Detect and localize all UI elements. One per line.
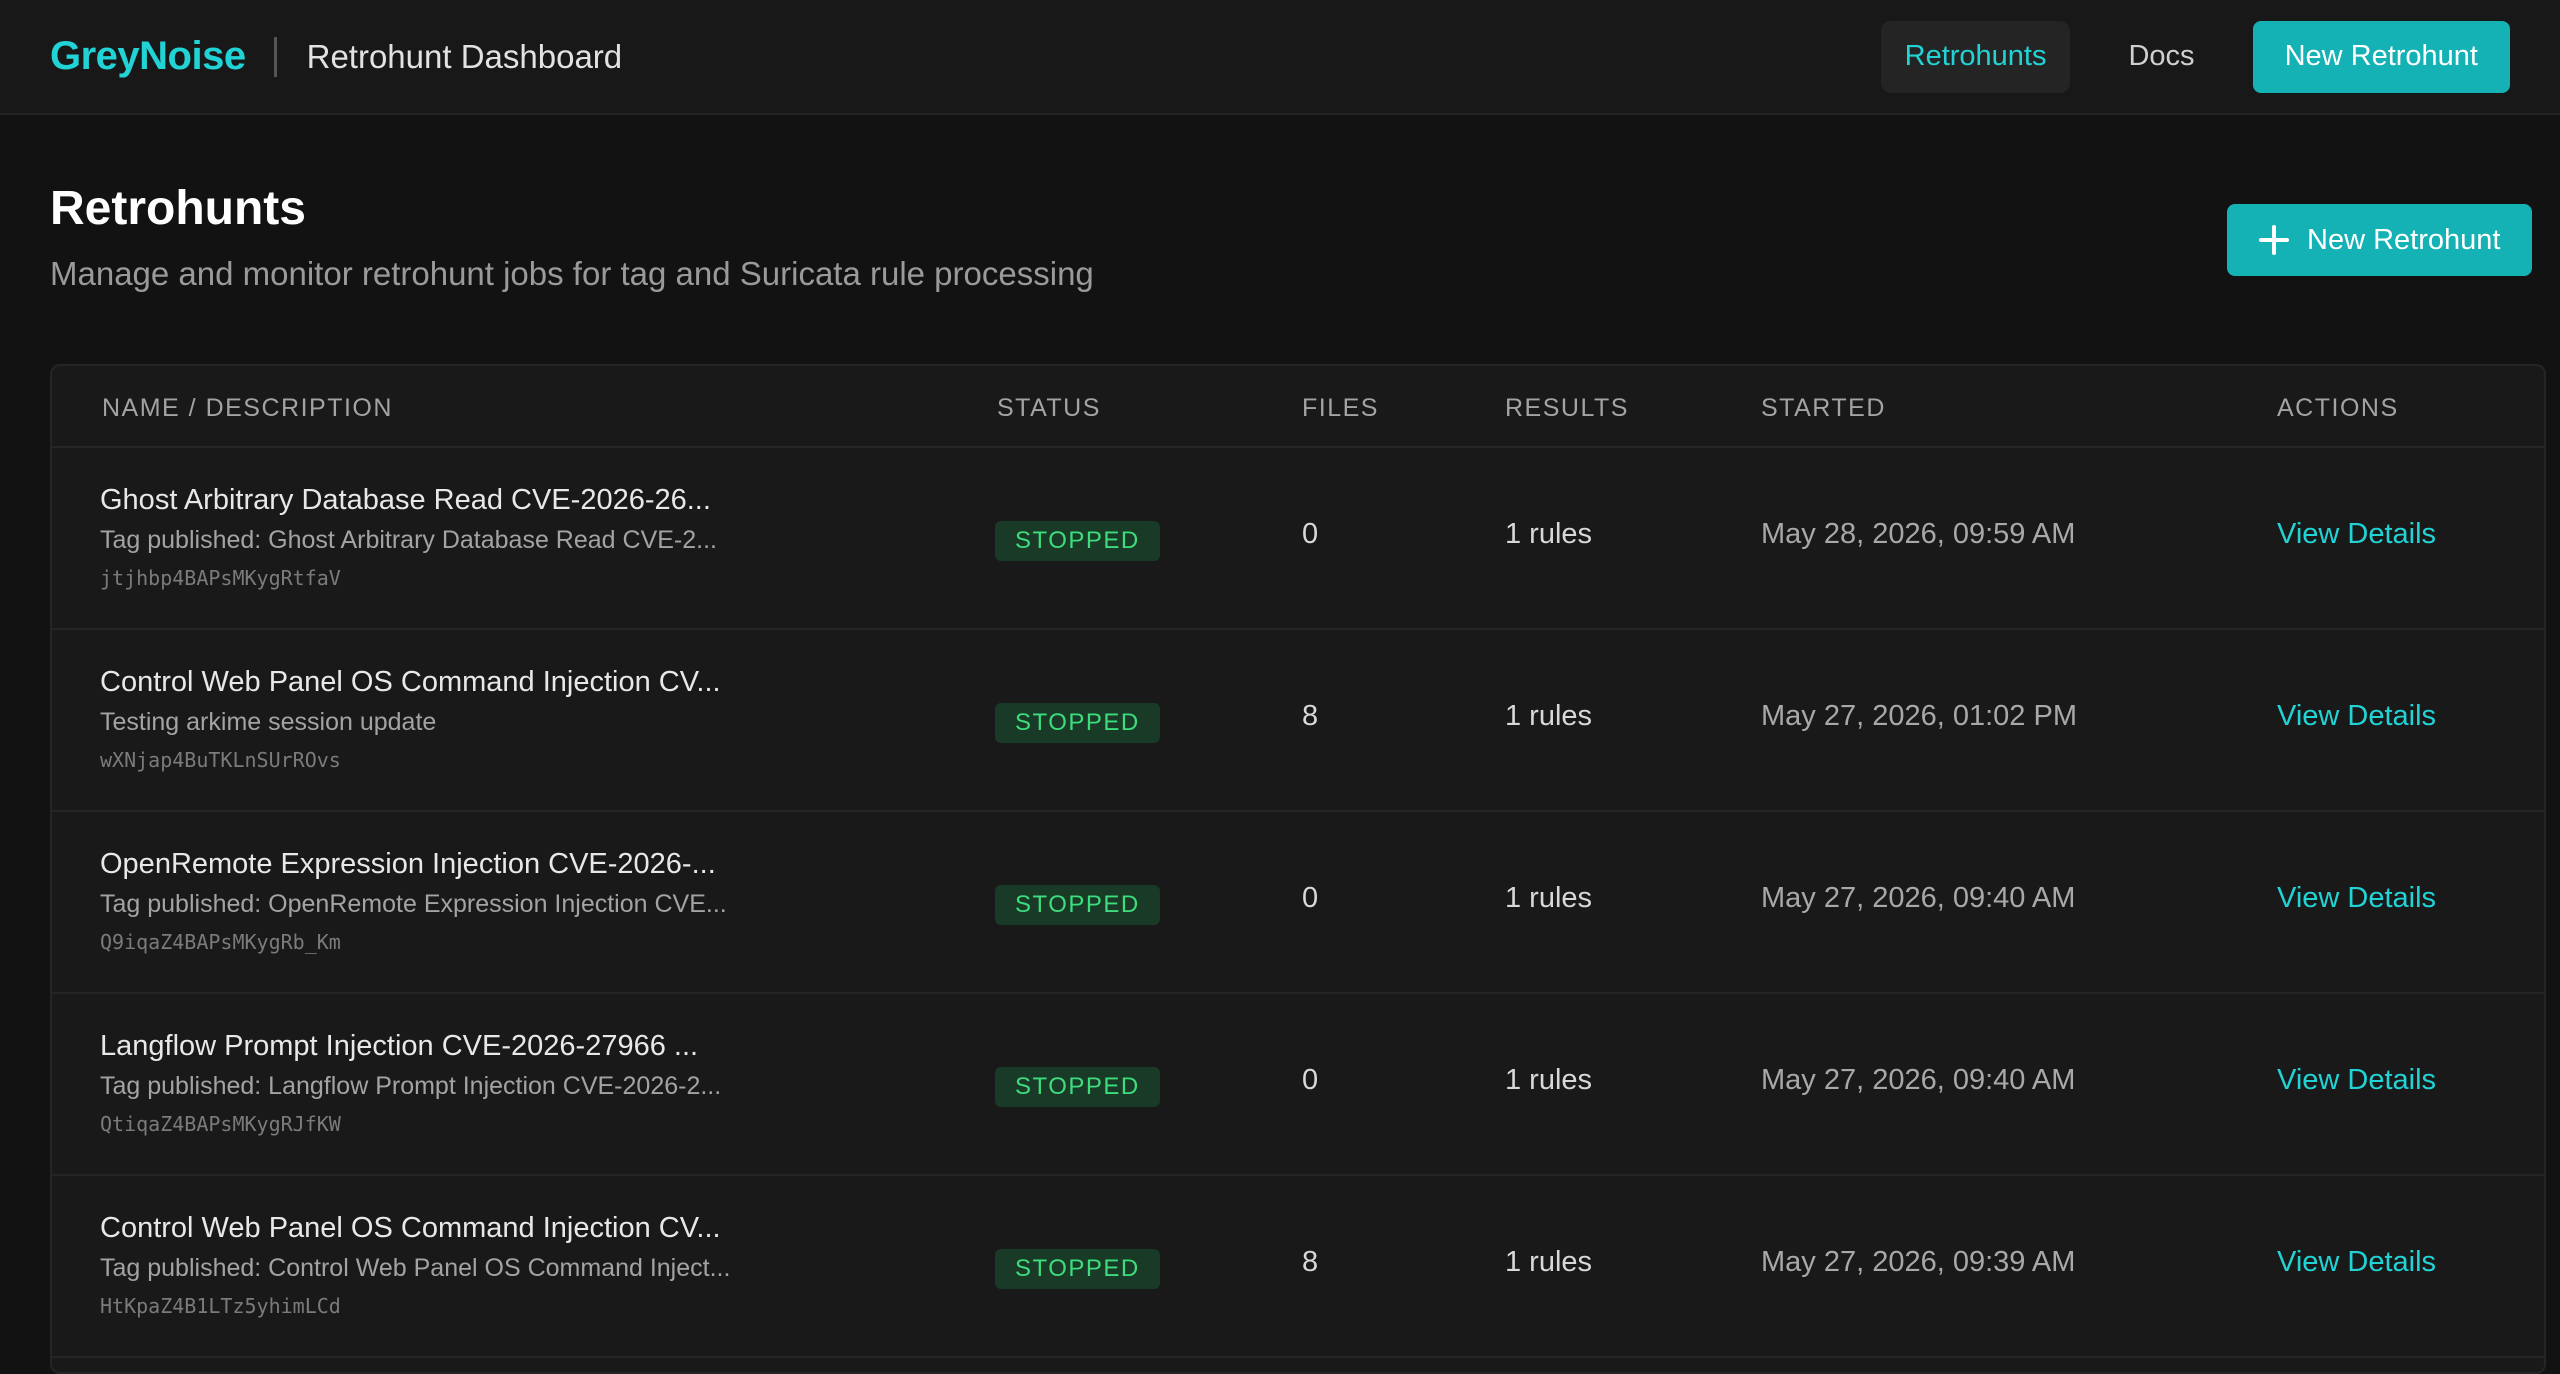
status-badge: STOPPED [995,1067,1160,1107]
retrohunt-description: Tag published: Control Web Panel OS Comm… [100,1254,731,1282]
table-row[interactable]: OpenRemote Expression Injection CVE-2026… [52,812,2544,994]
page-title: Retrohunts [50,182,306,235]
view-details-link[interactable]: View Details [2277,518,2436,551]
table-row[interactable]: Langflow Prompt Injection CVE-2026-27966… [52,994,2544,1176]
retrohunt-description: Tag published: Ghost Arbitrary Database … [100,526,717,554]
retrohunt-id: QtiqaZ4BAPsMKygRJfKW [100,1112,341,1136]
table-row[interactable]: Ghost Arbitrary Database Read CVE-2026-2… [52,448,2544,630]
app-title: Retrohunt Dashboard [306,37,623,75]
brand-divider [273,36,277,77]
started-time: May 27, 2026, 09:40 AM [1761,882,2076,914]
header-new-retrohunt-button[interactable]: New Retrohunt [2252,20,2510,93]
files-count: 8 [1302,1246,1319,1278]
column-header-files: FILES [1302,394,1379,422]
status-badge: STOPPED [995,703,1160,743]
results-count: 1 rules [1505,518,1593,550]
status-badge: STOPPED [995,521,1160,561]
started-time: May 27, 2026, 09:40 AM [1761,1064,2076,1096]
retrohunt-description: Tag published: Langflow Prompt Injection… [100,1072,722,1100]
started-time: May 27, 2026, 09:39 AM [1761,1246,2076,1278]
retrohunt-description: Tag published: OpenRemote Expression Inj… [100,890,727,918]
results-count: 1 rules [1505,1246,1593,1278]
results-count: 1 rules [1505,1064,1593,1096]
column-header-results: RESULTS [1505,394,1629,422]
results-count: 1 rules [1505,882,1593,914]
new-retrohunt-button[interactable]: New Retrohunt [2227,204,2533,276]
plus-icon [2259,225,2289,255]
files-count: 0 [1302,518,1319,550]
brand-logo[interactable]: GreyNoise [50,34,246,79]
files-count: 0 [1302,1064,1319,1096]
retrohunt-name: OpenRemote Expression Injection CVE-2026… [100,848,716,880]
new-retrohunt-label: New Retrohunt [2307,223,2501,256]
results-count: 1 rules [1505,700,1593,732]
nav-retrohunts[interactable]: Retrohunts [1880,20,2071,93]
retrohunt-id: jtjhbp4BAPsMKygRtfaV [100,566,341,590]
column-header-actions: ACTIONS [2277,394,2399,422]
files-count: 8 [1302,700,1319,732]
retrohunt-name: Control Web Panel OS Command Injection C… [100,1212,721,1244]
started-time: May 27, 2026, 01:02 PM [1761,700,2077,732]
page-subtitle: Manage and monitor retrohunt jobs for ta… [50,255,1094,292]
table-row[interactable]: Control Web Panel OS Command Injection C… [52,630,2544,812]
view-details-link[interactable]: View Details [2277,882,2436,915]
retrohunt-id: HtKpaZ4B1LTz5yhimLCd [100,1294,341,1318]
retrohunt-name: Control Web Panel OS Command Injection C… [100,666,721,698]
started-time: May 28, 2026, 09:59 AM [1761,518,2076,550]
top-navigation-bar: GreyNoise Retrohunt Dashboard Retrohunts… [0,0,2560,115]
status-badge: STOPPED [995,885,1160,925]
view-details-link[interactable]: View Details [2277,1246,2436,1279]
main-nav: Retrohunts Docs New Retrohunt [1880,20,2510,93]
column-header-name: NAME / DESCRIPTION [102,394,393,422]
files-count: 0 [1302,882,1319,914]
column-header-status: STATUS [997,394,1101,422]
status-badge: STOPPED [995,1249,1160,1289]
table-row[interactable]: Control Web Panel OS Command Injection C… [52,1176,2544,1358]
view-details-link[interactable]: View Details [2277,1064,2436,1097]
retrohunts-table: NAME / DESCRIPTION STATUS FILES RESULTS … [50,364,2546,1374]
view-details-link[interactable]: View Details [2277,700,2436,733]
table-header: NAME / DESCRIPTION STATUS FILES RESULTS … [52,366,2544,448]
retrohunt-id: wXNjap4BuTKLnSUrROvs [100,748,341,772]
retrohunt-description: Testing arkime session update [100,708,437,736]
retrohunt-name: Langflow Prompt Injection CVE-2026-27966… [100,1030,699,1062]
column-header-started: STARTED [1761,394,1886,422]
nav-docs[interactable]: Docs [2104,21,2218,93]
retrohunt-id: Q9iqaZ4BAPsMKygRb_Km [100,930,341,954]
retrohunt-name: Ghost Arbitrary Database Read CVE-2026-2… [100,484,711,516]
